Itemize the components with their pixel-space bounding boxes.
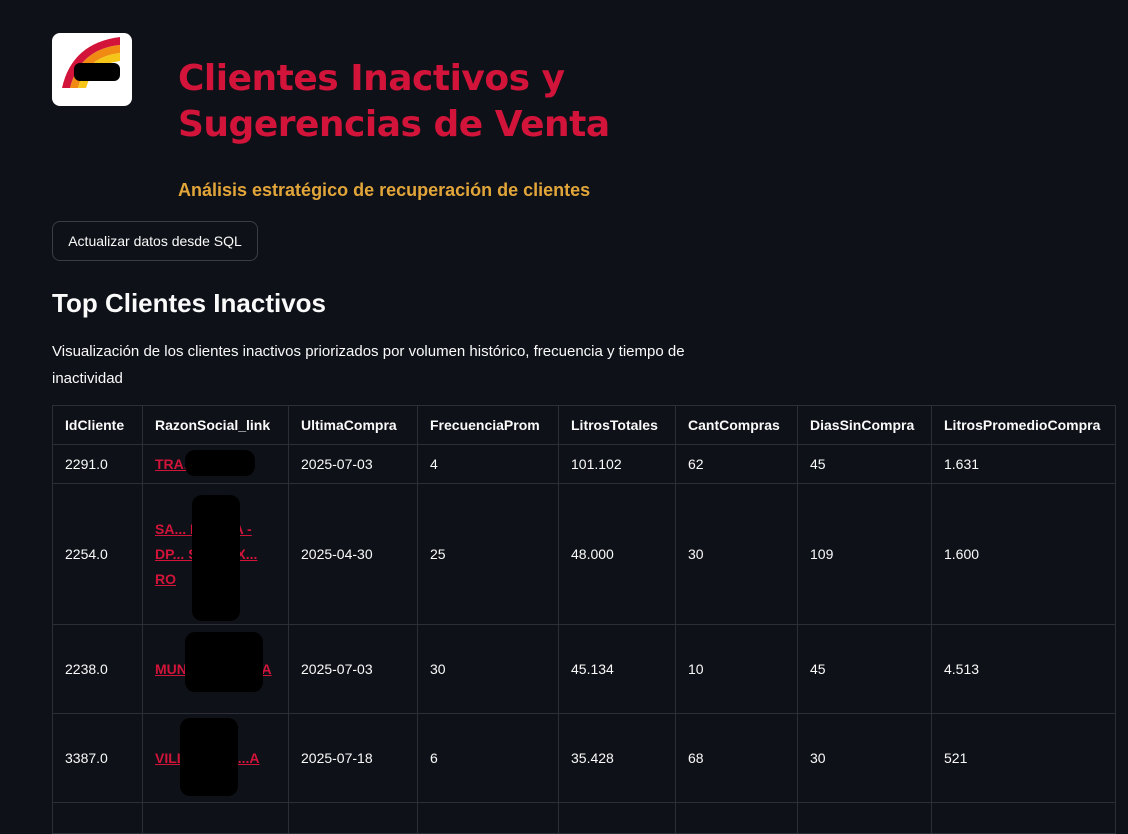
cell-frecuencia: 4 [417, 444, 559, 484]
cell-frecuencia: 30 [417, 624, 559, 714]
cell-dias-sin-compra: 45 [797, 444, 932, 484]
cell-litros-promedio [931, 802, 1116, 834]
cell-frecuencia [417, 802, 559, 834]
page-title: Clientes Inactivos y Sugerencias de Vent… [178, 58, 610, 145]
cell-id: 2238.0 [52, 624, 143, 714]
section-title: Top Clientes Inactivos [52, 288, 327, 318]
cell-id: 2291.0 [52, 444, 143, 484]
cell-cant-compras: 30 [675, 483, 798, 625]
cell-cant-compras [675, 802, 798, 834]
cell-cant-compras: 62 [675, 444, 798, 484]
column-header[interactable]: CantCompras [675, 405, 798, 445]
cell-litros-totales [558, 802, 676, 834]
cell-frecuencia: 25 [417, 483, 559, 625]
column-header[interactable]: FrecuenciaProm [417, 405, 559, 445]
cell-ultima-compra: 2025-07-03 [288, 444, 418, 484]
column-header[interactable]: UltimaCompra [288, 405, 418, 445]
cell-cant-compras: 68 [675, 713, 798, 803]
redaction-mark [185, 450, 255, 476]
cell-id: 3387.0 [52, 713, 143, 803]
column-header[interactable]: LitrosTotales [558, 405, 676, 445]
refresh-data-button[interactable]: Actualizar datos desde SQL [52, 221, 258, 261]
company-logo [52, 33, 132, 106]
cell-litros-promedio: 4.513 [931, 624, 1116, 714]
column-header[interactable]: LitrosPromedioCompra [931, 405, 1116, 445]
cell-ultima-compra: 2025-07-03 [288, 624, 418, 714]
section-description: Visualización de los clientes inactivos … [52, 343, 685, 387]
cell-frecuencia: 6 [417, 713, 559, 803]
column-header[interactable]: IdCliente [52, 405, 143, 445]
cell-dias-sin-compra: 109 [797, 483, 932, 625]
cell-litros-totales: 48.000 [558, 483, 676, 625]
column-header[interactable]: DiasSinCompra [797, 405, 932, 445]
cell-dias-sin-compra: 30 [797, 713, 932, 803]
cell-cant-compras: 10 [675, 624, 798, 714]
redaction-mark [185, 632, 263, 692]
cell-ultima-compra [288, 802, 418, 834]
page-subtitle: Análisis estratégico de recuperación de … [178, 180, 591, 200]
cell-litros-totales: 101.102 [558, 444, 676, 484]
redaction-mark [180, 718, 238, 796]
table-row [52, 802, 1116, 834]
cell-dias-sin-compra [797, 802, 932, 834]
company-logo-icon [62, 37, 120, 88]
cell-id: 2254.0 [52, 483, 143, 625]
cell-razon-social [142, 802, 289, 834]
cell-id [52, 802, 143, 834]
cell-litros-promedio: 521 [931, 713, 1116, 803]
cell-litros-promedio: 1.631 [931, 444, 1116, 484]
cell-litros-totales: 45.134 [558, 624, 676, 714]
column-header[interactable]: RazonSocial_link [142, 405, 289, 445]
cell-litros-promedio: 1.600 [931, 483, 1116, 625]
cell-ultima-compra: 2025-04-30 [288, 483, 418, 625]
cell-ultima-compra: 2025-07-18 [288, 713, 418, 803]
cell-dias-sin-compra: 45 [797, 624, 932, 714]
redaction-mark [192, 495, 240, 621]
table-header-row: IdCliente RazonSocial_link UltimaCompra … [52, 405, 1116, 445]
cell-litros-totales: 35.428 [558, 713, 676, 803]
